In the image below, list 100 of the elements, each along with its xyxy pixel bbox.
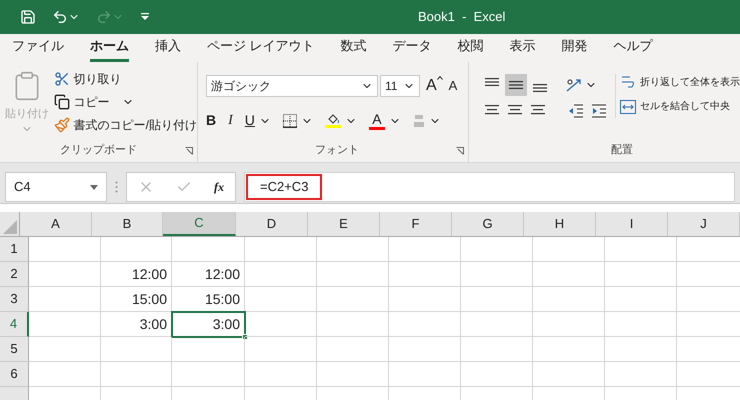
cut-button[interactable]: 切り取り [54, 70, 197, 88]
table-cell[interactable] [245, 262, 317, 287]
table-cell[interactable] [29, 262, 101, 287]
undo-icon[interactable] [52, 9, 68, 25]
column-header[interactable]: I [596, 212, 668, 236]
vertical-align-button[interactable] [505, 74, 527, 96]
table-cell[interactable]: 3:00 [172, 312, 245, 337]
font-name-field[interactable]: 游ゴシック [206, 75, 378, 97]
customize-icon[interactable] [140, 13, 150, 21]
shrink-font-button[interactable]: A [448, 76, 458, 96]
column-header[interactable]: A [20, 212, 92, 236]
dialog-launcher-icon[interactable] [456, 147, 464, 155]
table-cell[interactable] [461, 262, 533, 287]
table-cell[interactable]: 15:00 [101, 287, 172, 312]
dialog-launcher-icon[interactable] [185, 147, 193, 155]
table-cell[interactable] [605, 262, 677, 287]
column-header[interactable]: J [668, 212, 740, 236]
insert-function-button[interactable]: fx [214, 178, 224, 196]
table-cell[interactable] [389, 337, 461, 362]
increase-indent-icon[interactable] [591, 104, 607, 118]
underline-button[interactable]: U [244, 110, 255, 131]
formula-field[interactable]: =C2+C3 [244, 172, 735, 202]
table-cell[interactable] [389, 362, 461, 387]
table-cell[interactable] [245, 362, 317, 387]
table-cell[interactable] [461, 312, 533, 337]
table-cell[interactable]: 12:00 [101, 262, 172, 287]
table-cell[interactable] [101, 237, 172, 262]
table-cell[interactable] [29, 237, 101, 262]
name-box[interactable]: C4 [5, 172, 107, 202]
column-header[interactable]: E [308, 212, 380, 236]
fill-bucket-icon[interactable] [326, 114, 340, 124]
table-cell[interactable] [389, 237, 461, 262]
row-header[interactable]: 6 [0, 362, 29, 387]
row-header[interactable]: 4 [0, 312, 29, 337]
table-cell[interactable] [389, 312, 461, 337]
ribbon-tab[interactable]: 開発 [562, 36, 588, 62]
table-cell[interactable] [533, 312, 605, 337]
table-cell[interactable] [605, 237, 677, 262]
table-cell[interactable] [101, 362, 172, 387]
row-header[interactable]: 1 [0, 237, 29, 262]
row-header[interactable]: 5 [0, 337, 29, 362]
orientation-icon[interactable] [565, 77, 583, 93]
table-cell[interactable] [389, 262, 461, 287]
table-cell[interactable] [461, 362, 533, 387]
column-header[interactable]: D [236, 212, 308, 236]
table-cell[interactable] [461, 337, 533, 362]
ribbon-tab[interactable]: 表示 [510, 36, 536, 62]
table-cell[interactable] [245, 312, 317, 337]
merge-center-button[interactable]: セルを結合して中央 [620, 99, 740, 114]
table-cell[interactable] [461, 287, 533, 312]
table-cell[interactable] [605, 287, 677, 312]
wrap-text-button[interactable]: 折り返して全体を表示 [620, 74, 740, 90]
borders-icon[interactable] [282, 114, 297, 128]
font-color-button[interactable]: A [368, 112, 385, 130]
table-cell[interactable] [101, 337, 172, 362]
table-cell[interactable] [245, 237, 317, 262]
save-icon[interactable] [20, 9, 36, 25]
table-cell[interactable] [317, 312, 389, 337]
copy-button[interactable]: コピー [54, 93, 197, 111]
column-header[interactable]: G [452, 212, 524, 236]
table-cell[interactable] [317, 262, 389, 287]
table-cell[interactable] [29, 337, 101, 362]
column-header[interactable]: H [524, 212, 596, 236]
table-cell[interactable] [245, 287, 317, 312]
table-cell[interactable] [605, 312, 677, 337]
table-cell[interactable] [29, 287, 101, 312]
table-cell[interactable] [245, 337, 317, 362]
table-cell[interactable]: 12:00 [172, 262, 245, 287]
ribbon-tab[interactable]: ファイル [12, 36, 64, 62]
grow-font-button[interactable]: A [426, 74, 443, 98]
format-painter-button[interactable]: 書式のコピー/貼り付け [54, 116, 197, 134]
table-cell[interactable] [317, 287, 389, 312]
table-cell[interactable] [317, 362, 389, 387]
italic-button[interactable]: I [228, 110, 233, 131]
column-header[interactable]: F [380, 212, 452, 236]
ribbon-tab[interactable]: 挿入 [155, 36, 181, 62]
table-cell[interactable] [172, 362, 245, 387]
table-cell[interactable] [605, 362, 677, 387]
font-size-field[interactable]: 11 [380, 75, 420, 97]
decrease-indent-icon[interactable] [568, 104, 584, 118]
table-cell[interactable] [389, 287, 461, 312]
table-cell[interactable] [317, 237, 389, 262]
drag-handle-icon[interactable] [115, 181, 118, 193]
table-cell[interactable] [461, 237, 533, 262]
table-cell[interactable] [317, 337, 389, 362]
row-header[interactable]: 3 [0, 287, 29, 312]
table-cell[interactable] [172, 337, 245, 362]
table-cell[interactable] [605, 337, 677, 362]
table-cell[interactable] [533, 287, 605, 312]
table-cell[interactable] [172, 237, 245, 262]
ribbon-tab[interactable]: ページ レイアウト [207, 36, 315, 62]
bold-button[interactable]: B [206, 110, 216, 131]
ribbon-tab[interactable]: ヘルプ [614, 36, 653, 62]
ribbon-tab[interactable]: 数式 [340, 36, 367, 62]
column-header[interactable]: C [163, 212, 236, 236]
table-cell[interactable]: 3:00 [101, 312, 172, 337]
row-header[interactable]: 2 [0, 262, 29, 287]
table-cell[interactable] [29, 312, 101, 337]
table-cell[interactable] [533, 262, 605, 287]
table-cell[interactable] [533, 362, 605, 387]
